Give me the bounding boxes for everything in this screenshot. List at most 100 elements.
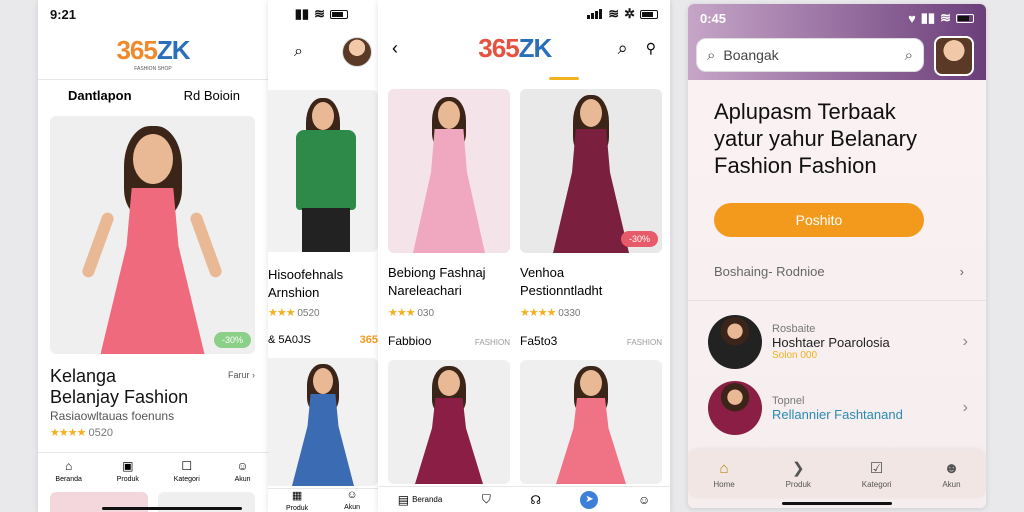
product-2-title: Venhoa Pestionntladht [520, 265, 603, 298]
list-item[interactable]: Rosbaite Hoshtaer Poarolosia Solon 000 › [708, 314, 968, 370]
hero-headline: Aplupasm Terbaak yatur yahur Belanary Fa… [714, 99, 917, 178]
user-icon[interactable]: ☺ [638, 493, 650, 507]
bottom-nav: ⌂ Beranda ▣ Produk ☐ Kategori ☺ Akun [38, 452, 268, 488]
list-item[interactable]: Topnel Rellannier Fashtanand › [708, 380, 968, 436]
discount-badge-2: -30% [620, 231, 658, 247]
search-icon: ⌕ [707, 46, 716, 64]
brand-logo-sub: FASHION SHOP [134, 66, 172, 72]
battery-icon [956, 13, 974, 23]
row-price: 365 [359, 334, 378, 346]
nav-account-2[interactable]: ☺ Akun [344, 489, 360, 512]
product-image-blue[interactable] [268, 358, 378, 486]
hero-product-image[interactable]: -30% [50, 116, 255, 354]
headphones-icon[interactable]: ☊ [530, 493, 541, 507]
divider [688, 300, 986, 301]
heart-icon: ♥ [908, 10, 916, 26]
user-icon: ☺ [346, 489, 358, 501]
wifi-icon: ≋ [608, 6, 620, 21]
row2-tag: FASHION [626, 338, 662, 347]
avatar-4[interactable] [934, 36, 974, 76]
hero-title: Kelanga Belanjay Fashion [50, 366, 189, 407]
grid-icon: ▦ [291, 490, 303, 502]
product-image-coral[interactable] [520, 360, 662, 484]
back-icon[interactable]: ‹ [392, 38, 398, 59]
nav-products[interactable]: ▣ Produk [117, 459, 139, 483]
avatar[interactable] [342, 37, 372, 67]
product-image-green[interactable] [268, 90, 378, 252]
user-icon: ☻ [943, 459, 960, 477]
tab-left[interactable]: Dantlapon [68, 88, 132, 103]
nav-home-3[interactable]: ▤ Beranda [398, 493, 443, 507]
bottom-nav-3: ▤ Beranda ⛉ ☊ ➤ ☺ [378, 486, 670, 512]
product-1-rating: ★★★ 030 [388, 307, 435, 319]
product-image-burgundy[interactable]: -30% [520, 89, 662, 253]
product-rating: ★★★ 0520 [268, 307, 320, 319]
bag-icon[interactable]: ⛉ [482, 492, 491, 507]
nav-home[interactable]: ⌂ Beranda [55, 459, 81, 483]
square-icon: ☐ [181, 458, 193, 473]
wifi-icon: ≋ [940, 10, 951, 25]
status-bar: 9:21 [38, 0, 268, 28]
tab-right[interactable]: Rd Boioin [184, 88, 240, 103]
chevron-right-icon: › [959, 264, 964, 279]
status-bar-4: 0:45 ♥ ▮▮ ≋ [688, 4, 986, 32]
grid-icon: ▤ [397, 492, 410, 507]
battery-icon [640, 9, 658, 19]
product-1-title: Bebiong Fashnaj Nareleachari [388, 265, 486, 298]
nav-home-4[interactable]: ⌂ Home [713, 460, 734, 489]
nav-category[interactable]: ☐ Kategori [174, 459, 200, 483]
signal-icon: ▮▮ [294, 6, 310, 21]
nav-account-4[interactable]: ☻ Akun [942, 460, 960, 489]
nav-products-2[interactable]: ▦ Produk [286, 489, 308, 512]
nav-products-4[interactable]: ❯ Produk [786, 459, 811, 489]
home-icon: ⌂ [65, 458, 73, 473]
nav-category-4[interactable]: ☑ Kategori [862, 459, 892, 489]
row-label: & 5A0JS [268, 334, 311, 346]
catalog-header: ‹ 365ZK ⌕ ⚲ [378, 28, 670, 68]
search-bar[interactable]: ⌕ Boangak ⌕ [696, 38, 924, 72]
user-icon: ☺ [236, 458, 249, 473]
discount-badge: -30% [213, 332, 251, 348]
screen-home: 9:21 365ZK FASHION SHOP Dantlapon Rd Boi… [38, 0, 268, 512]
chevron-right-icon: › [962, 399, 968, 416]
product-2-rating: ★★★★ 0330 [520, 307, 581, 319]
product-image-pink[interactable] [388, 89, 510, 253]
status-time: 0:45 [700, 10, 727, 26]
app-header: 365ZK FASHION SHOP [38, 28, 268, 80]
hero-link[interactable]: Farur › [228, 370, 255, 380]
product-title: Hisoofehnals Arnshion [268, 267, 344, 300]
screen-landing: 0:45 ♥ ▮▮ ≋ ⌕ Boangak ⌕ Aplupasm Terbaak y… [688, 4, 986, 508]
status-time: 9:21 [50, 6, 77, 22]
battery-icon [330, 9, 348, 19]
picture-icon: ▣ [122, 458, 134, 473]
row1-label: Fabbioo [388, 334, 432, 348]
section-row[interactable]: Boshaing- Rodnioe › [714, 264, 964, 279]
home-indicator [782, 502, 892, 505]
check-box-icon: ☑ [869, 460, 884, 477]
home-indicator-bottom [102, 507, 242, 510]
cta-button[interactable]: Poshito [714, 203, 924, 237]
brand-logo-3[interactable]: 365ZK [478, 33, 552, 64]
tab-indicator [549, 77, 579, 80]
wifi-icon: ≋ [314, 6, 325, 21]
status-bar-3: ≋ ✲ [378, 0, 670, 28]
bottom-nav-2: ▦ Produk ☺ Akun [268, 488, 378, 512]
search-input[interactable]: Boangak [723, 47, 896, 63]
row1-tag: FASHION [474, 338, 510, 347]
home-icon: ⌂ [719, 459, 729, 477]
screen-products-narrow: ▮▮ ≋ ⌕ Hisoofehnals Arnshion ★★★ 0520 & 5… [268, 0, 378, 512]
bottom-nav-4: ⌂ Home ❯ Produk ☑ Kategori ☻ Akun [688, 450, 986, 498]
brand-logo[interactable]: 365ZK [116, 35, 190, 66]
microphone-icon[interactable]: ⚲ [646, 40, 656, 57]
nav-account[interactable]: ☺ Akun [235, 459, 251, 483]
hero-rating: ★★★★ 0520 [50, 427, 113, 439]
signal-icon: ▮▮ [920, 10, 936, 25]
row2-label: Fa5to3 [520, 334, 558, 348]
product-image-wine[interactable] [388, 360, 510, 484]
compass-icon[interactable]: ➤ [580, 490, 599, 509]
search-icon-right[interactable]: ⌕ [905, 47, 913, 64]
chevron-right-icon: › [962, 333, 968, 350]
search-icon[interactable]: ⌕ [618, 38, 628, 59]
item-thumb [708, 381, 762, 435]
search-icon[interactable]: ⌕ [294, 43, 303, 61]
